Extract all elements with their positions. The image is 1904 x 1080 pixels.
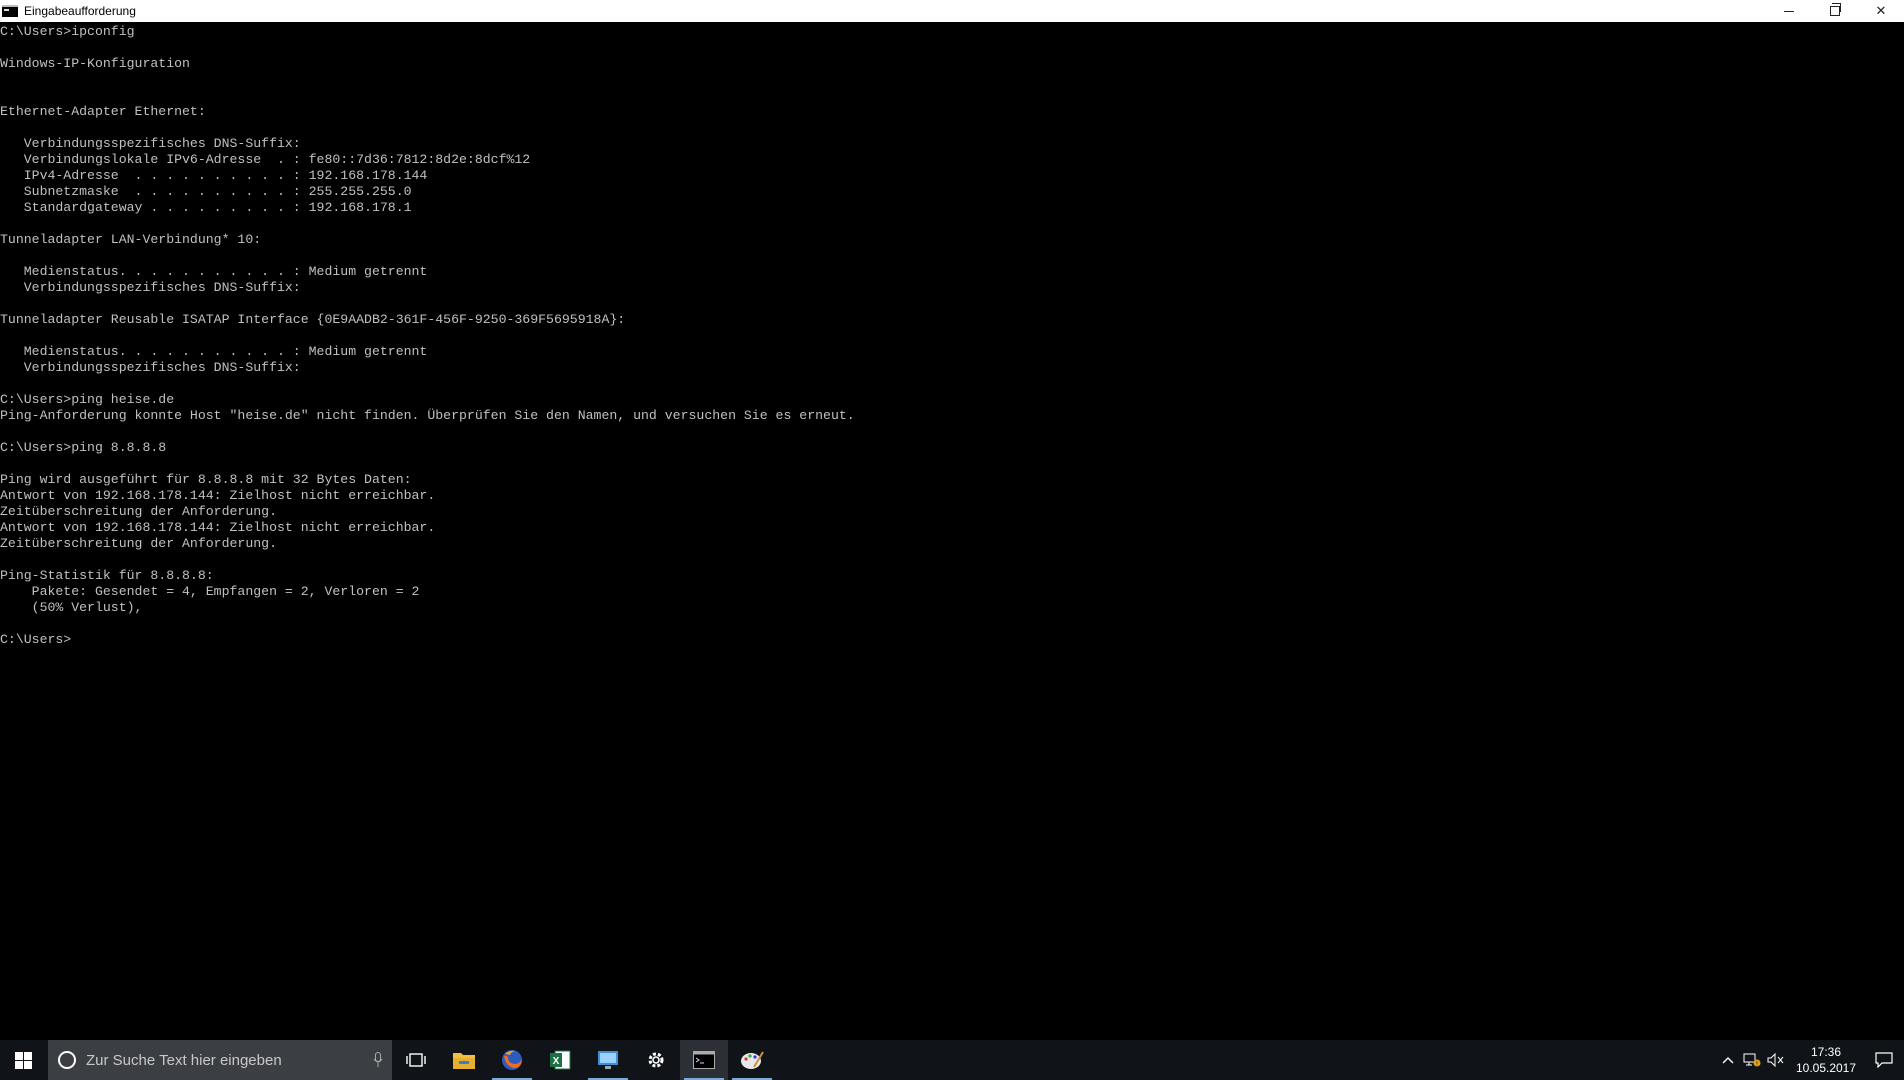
search-placeholder: Zur Suche Text hier eingeben — [86, 1051, 282, 1069]
paint-button[interactable] — [728, 1040, 776, 1080]
file-explorer-icon — [453, 1053, 475, 1069]
command-prompt-icon — [693, 1051, 715, 1069]
settings-gear-icon — [648, 1052, 664, 1068]
settings-button[interactable] — [632, 1040, 680, 1080]
console-line: (50% Verlust), — [0, 600, 143, 615]
console-line: IPv4-Adresse . . . . . . . . . . : 192.1… — [0, 168, 428, 183]
command-prompt-icon[interactable] — [2, 5, 18, 17]
system-tray: ! 17:36 10.05.2017 — [1716, 1040, 1904, 1080]
window-controls: ✕ — [1766, 0, 1904, 22]
taskbar: Zur Suche Text hier eingeben X ! 17:36 1… — [0, 1040, 1904, 1080]
search-box[interactable]: Zur Suche Text hier eingeben — [48, 1040, 392, 1080]
console-line: C:\Users>ping 8.8.8.8 — [0, 440, 167, 455]
console-line: Antwort von 192.168.178.144: Zielhost ni… — [0, 488, 436, 503]
task-view-button[interactable] — [392, 1040, 440, 1080]
close-icon: ✕ — [1875, 3, 1887, 18]
window-title-bar[interactable]: Eingabeaufforderung ✕ — [0, 0, 1904, 22]
notification-icon — [1875, 1052, 1893, 1068]
console-line: Verbindungsspezifisches DNS-Suffix: — [0, 280, 301, 295]
console-line: Ping-Anforderung konnte Host "heise.de" … — [0, 408, 855, 423]
minimize-icon — [1784, 10, 1794, 12]
restore-icon — [1830, 3, 1841, 16]
chevron-up-icon[interactable] — [1716, 1040, 1740, 1080]
minimize-button[interactable] — [1766, 0, 1812, 22]
console-line: Ping-Statistik für 8.8.8.8: — [0, 568, 214, 583]
clock-date: 10.05.2017 — [1795, 1061, 1857, 1075]
remote-desktop-icon — [598, 1051, 618, 1069]
cortana-icon — [58, 1051, 76, 1069]
console-line: Medienstatus. . . . . . . . . . . : Medi… — [0, 264, 428, 279]
console-line: Standardgateway . . . . . . . . . : 192.… — [0, 200, 412, 215]
svg-text:X: X — [553, 1056, 560, 1067]
console-line: Subnetzmaske . . . . . . . . . . : 255.2… — [0, 184, 412, 199]
file-explorer-button[interactable] — [440, 1040, 488, 1080]
console-line: Windows-IP-Konfiguration — [0, 56, 190, 71]
console-line: Pakete: Gesendet = 4, Empfangen = 2, Ver… — [0, 584, 420, 599]
console-line: C:\Users> — [0, 632, 72, 647]
console-line: Verbindungsspezifisches DNS-Suffix: — [0, 136, 301, 151]
excel-icon: X — [550, 1050, 571, 1070]
firefox-icon — [502, 1050, 522, 1070]
console-line: Ethernet-Adapter Ethernet: — [0, 104, 206, 119]
console-line: Verbindungslokale IPv6-Adresse . : fe80:… — [0, 152, 531, 167]
clock-time: 17:36 — [1810, 1045, 1842, 1059]
console-line: Tunneladapter LAN-Verbindung* 10: — [0, 232, 262, 247]
console-line: Zeitüberschreitung der Anforderung. — [0, 536, 277, 551]
firefox-button[interactable] — [488, 1040, 536, 1080]
console-line: C:\Users>ping heise.de — [0, 392, 175, 407]
network-icon[interactable]: ! — [1740, 1040, 1764, 1080]
console-output[interactable]: C:\Users>ipconfig Windows-IP-Konfiguratio… — [0, 24, 1904, 1036]
restore-button[interactable] — [1812, 0, 1858, 22]
console-line: Zeitüberschreitung der Anforderung. — [0, 504, 277, 519]
console-line: Tunneladapter Reusable ISATAP Interface … — [0, 312, 626, 327]
console-line: Antwort von 192.168.178.144: Zielhost ni… — [0, 520, 436, 535]
console-line: C:\Users>ipconfig — [0, 24, 135, 39]
windows-logo-icon — [14, 1051, 32, 1069]
command-prompt-button[interactable] — [680, 1040, 728, 1080]
console-line: Medienstatus. . . . . . . . . . . : Medi… — [0, 344, 428, 359]
microphone-icon[interactable] — [364, 1052, 392, 1068]
clock[interactable]: 17:36 10.05.2017 — [1788, 1044, 1864, 1076]
remote-desktop-button[interactable] — [584, 1040, 632, 1080]
volume-muted-icon[interactable] — [1764, 1040, 1788, 1080]
start-button[interactable] — [0, 1040, 46, 1080]
window-title: Eingabeaufforderung — [24, 4, 136, 18]
close-button[interactable]: ✕ — [1858, 0, 1904, 22]
console-line: Verbindungsspezifisches DNS-Suffix: — [0, 360, 301, 375]
task-view-icon — [406, 1053, 426, 1067]
action-center-button[interactable] — [1864, 1040, 1904, 1080]
paint-icon — [741, 1051, 764, 1069]
console-line: Ping wird ausgeführt für 8.8.8.8 mit 32 … — [0, 472, 412, 487]
excel-button[interactable]: X — [536, 1040, 584, 1080]
